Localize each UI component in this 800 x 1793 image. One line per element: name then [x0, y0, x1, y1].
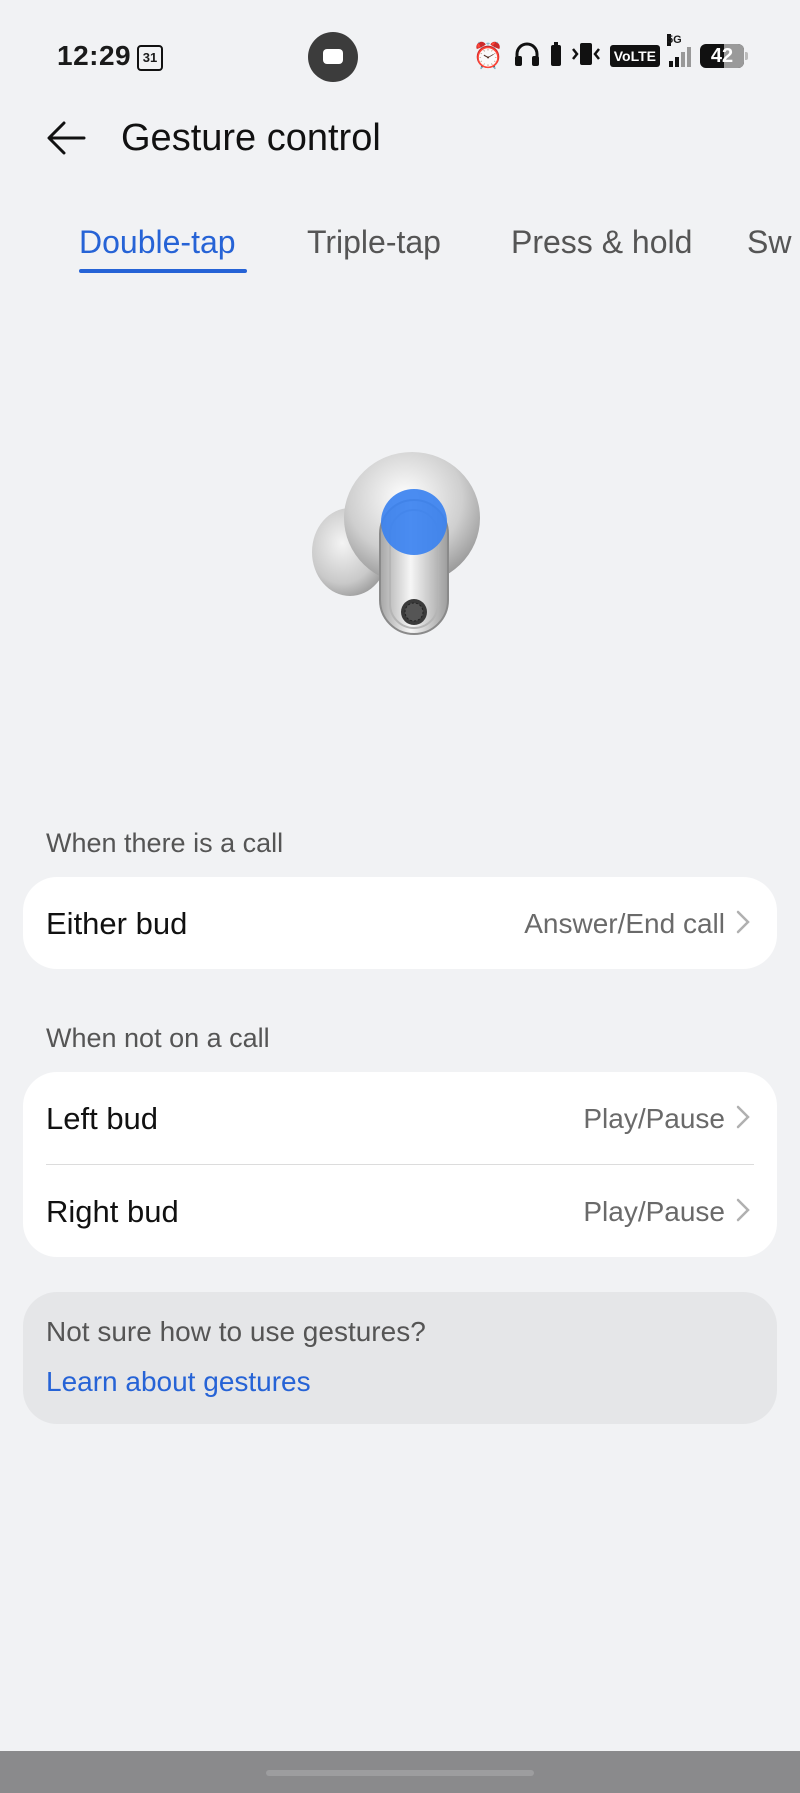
status-icons: ⏰ VoLTE 5G 42 [472, 34, 748, 73]
calendar-icon: 31 [137, 45, 163, 71]
tab-triple-tap[interactable]: Triple-tap [307, 224, 441, 261]
active-tab-indicator [79, 269, 247, 273]
tab-swipe[interactable]: Sw [747, 224, 791, 261]
home-gesture-handle[interactable] [266, 1770, 534, 1776]
chevron-right-icon [736, 910, 750, 934]
section-label-call: When there is a call [46, 828, 284, 858]
row-value: Play/Pause [583, 1196, 725, 1227]
bluetooth-vibrate-icon [571, 40, 601, 73]
battery-level: 42 [710, 45, 734, 67]
back-button[interactable] [40, 114, 96, 162]
chevron-right-icon [736, 1198, 750, 1222]
system-nav-bar [0, 1751, 800, 1793]
row-value: Answer/End call [524, 908, 725, 939]
gesture-tabs: Double-tap Triple-tap Press & hold Sw [0, 218, 800, 278]
headphones-icon [513, 40, 541, 73]
earbud-illustration [310, 440, 490, 640]
volte-icon: VoLTE [609, 45, 660, 67]
no-call-settings-card: Left bud Play/Pause Right bud Play/Pause [23, 1072, 777, 1257]
call-settings-card: Either bud Answer/End call [23, 877, 777, 969]
tab-double-tap[interactable]: Double-tap [79, 224, 236, 261]
battery-icon: 42 [700, 44, 748, 68]
right-bud-row[interactable]: Right bud Play/Pause [23, 1165, 777, 1257]
back-arrow-icon [47, 121, 86, 155]
status-time: 12:29 [57, 40, 132, 71]
left-bud-row[interactable]: Left bud Play/Pause [23, 1072, 777, 1164]
row-value: Play/Pause [583, 1103, 725, 1134]
row-label: Either bud [46, 906, 188, 941]
help-card: Not sure how to use gestures? Learn abou… [23, 1292, 777, 1424]
row-label: Left bud [46, 1101, 159, 1136]
app-header: Gesture control [0, 100, 800, 176]
page-title: Gesture control [121, 117, 381, 159]
notification-app-icon [308, 32, 358, 82]
either-bud-row[interactable]: Either bud Answer/End call [23, 877, 777, 969]
battery-small-icon [550, 41, 562, 72]
chevron-right-icon [736, 1105, 750, 1129]
learn-gestures-link[interactable]: Learn about gestures [46, 1366, 311, 1398]
status-bar: 12:29 31 ⏰ VoLTE 5G 42 [0, 0, 800, 112]
alarm-icon: ⏰ [472, 42, 504, 70]
section-label-no-call: When not on a call [46, 1023, 270, 1053]
help-question: Not sure how to use gestures? [46, 1316, 426, 1347]
tab-press-and-hold[interactable]: Press & hold [511, 224, 692, 261]
signal-icon: 5G [667, 34, 691, 67]
row-label: Right bud [46, 1194, 179, 1229]
